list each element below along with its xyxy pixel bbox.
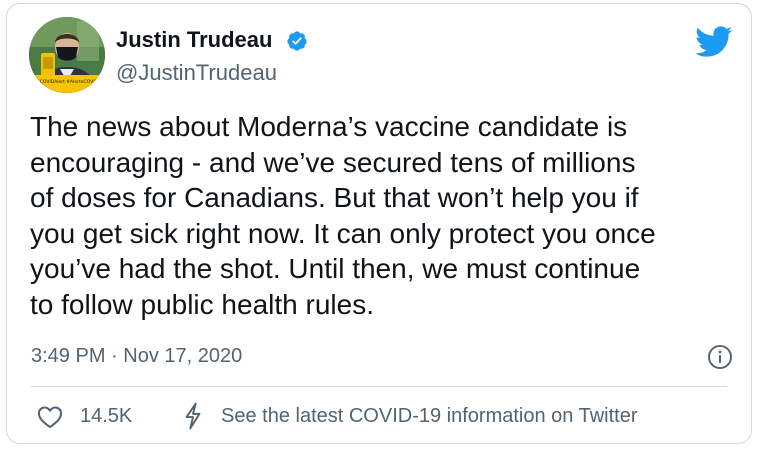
avatar-image: #COVIDAlert #AlerteCOVID xyxy=(29,17,105,93)
verified-badge-icon xyxy=(287,31,307,51)
tweet-text-line: encouraging - and we’ve secured tens of … xyxy=(30,146,636,178)
tweet-text-line: of doses for Canadians. But that won’t h… xyxy=(30,182,639,213)
tweet-timestamp[interactable]: 3:49 PM · Nov 17, 2020 xyxy=(31,345,242,368)
lightning-bolt-icon[interactable] xyxy=(183,402,203,430)
tweet-text: The news about Moderna’s vaccine candida… xyxy=(30,109,745,322)
author-handle[interactable]: @JustinTrudeau xyxy=(116,60,277,86)
info-icon[interactable] xyxy=(707,344,733,370)
divider xyxy=(31,386,727,387)
like-count[interactable]: 14.5K xyxy=(80,405,132,428)
tweet-text-line: The news about Moderna’s vaccine candida… xyxy=(30,111,628,142)
heart-icon[interactable] xyxy=(37,405,63,429)
tweet-card[interactable]: #COVIDAlert #AlerteCOVID Justin Trudeau … xyxy=(6,3,752,444)
covid-info-link[interactable]: See the latest COVID-19 information on T… xyxy=(221,405,638,428)
avatar[interactable]: #COVIDAlert #AlerteCOVID xyxy=(29,17,105,93)
tweet-text-line: you get sick right now. It can only prot… xyxy=(30,217,656,249)
avatar-badge-text: #COVIDAlert #AlerteCOVID xyxy=(36,79,99,85)
tweet-text-line: you’ve had the shot. Until then, we must… xyxy=(30,253,641,284)
tweet-text-line: to follow public health rules. xyxy=(30,288,374,320)
twitter-bird-icon[interactable] xyxy=(695,26,733,58)
author-display-name[interactable]: Justin Trudeau xyxy=(116,27,272,53)
